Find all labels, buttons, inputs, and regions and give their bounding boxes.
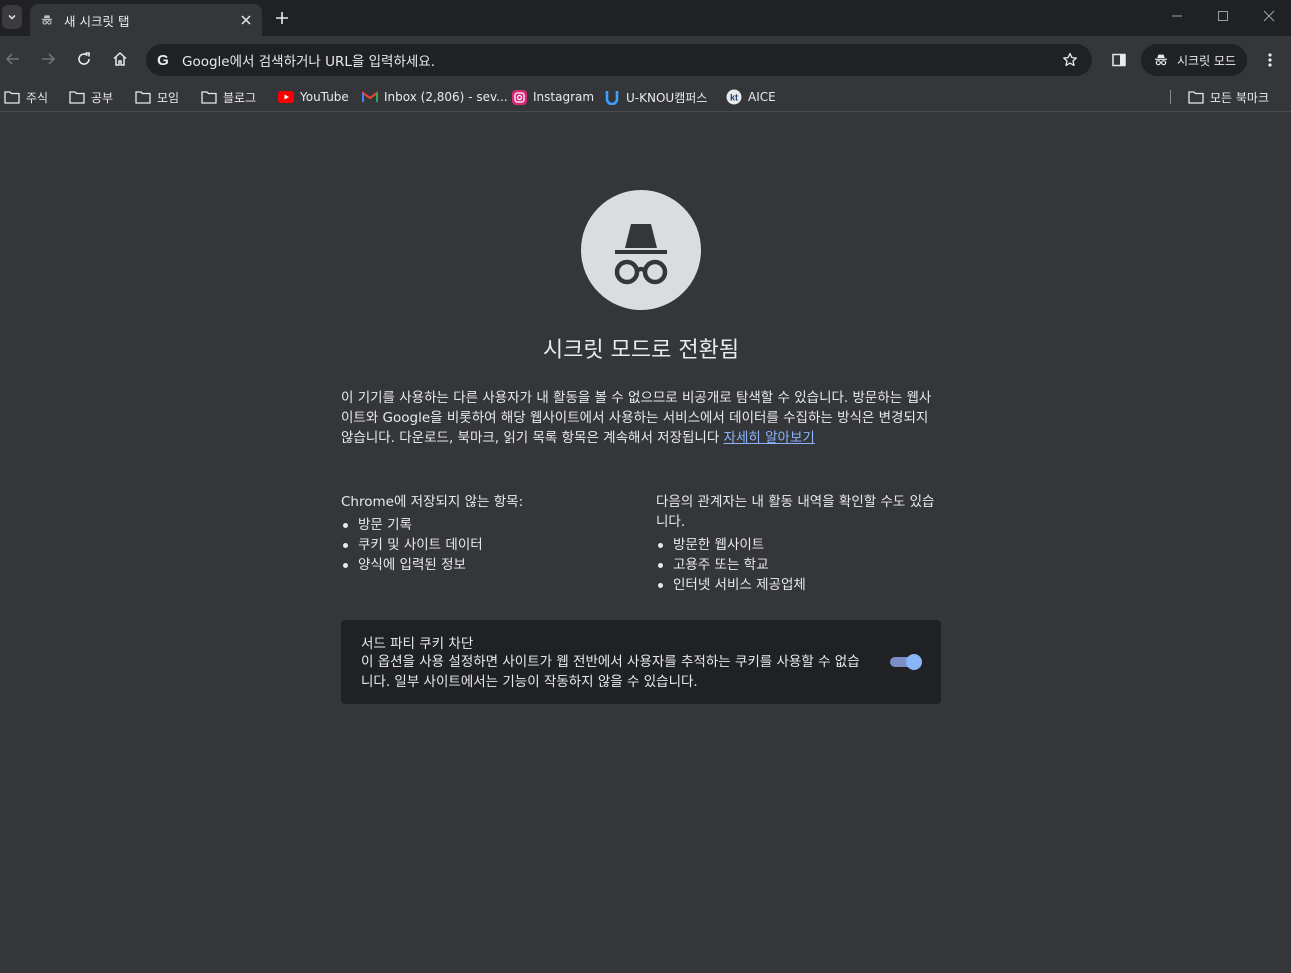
list-item: 고용주 또는 학교 <box>656 555 941 575</box>
list-item: 양식에 입력된 정보 <box>341 555 631 575</box>
instagram-icon <box>511 89 527 105</box>
not-saved-section: Chrome에 저장되지 않는 항목: 방문 기록 쿠키 및 사이트 데이터 양… <box>341 492 631 575</box>
folder-icon <box>69 89 85 105</box>
not-saved-heading: Chrome에 저장되지 않는 항목: <box>341 494 524 510</box>
bookmark-label: U-KNOU캠퍼스 <box>626 90 708 105</box>
svg-text:kt: kt <box>730 93 738 103</box>
arrow-left-icon <box>5 53 19 65</box>
cookie-card-description: 이 옵션을 사용 설정하면 사이트가 웹 전반에서 사용자를 추적하는 쿠키를 … <box>361 654 860 690</box>
bookmark-label: 모임 <box>157 90 180 105</box>
star-icon <box>1063 52 1077 67</box>
bookmark-label: 블로그 <box>223 90 257 105</box>
incognito-new-tab-page: 시크릿 모드로 전환됨 이 기기를 사용하는 다른 사용자가 내 활동을 볼 수… <box>0 118 1291 973</box>
incognito-profile-chip[interactable]: 시크릿 모드 <box>1141 44 1247 76</box>
maximize-button[interactable] <box>1211 6 1235 26</box>
arrow-right-icon <box>42 53 56 65</box>
third-party-cookie-card: 서드 파티 쿠키 차단 이 옵션을 사용 설정하면 사이트가 웹 전반에서 사용… <box>341 620 941 704</box>
learn-more-link[interactable]: 자세히 알아보기 <box>724 430 815 446</box>
incognito-icon <box>1155 54 1167 66</box>
bookmark-gmail-inbox[interactable]: Inbox (2,806) - sev... <box>362 86 508 108</box>
bookmark-uknou[interactable]: U-KNOU캠퍼스 <box>604 86 707 108</box>
folder-icon <box>201 89 217 105</box>
tab-incognito[interactable]: 새 시크릿 탭 <box>30 4 262 36</box>
bookmarks-bar: 주식 공부 모임 블로그 YouTube Inbox (2,806) - sev… <box>0 82 1291 112</box>
bookmark-label: AICE <box>748 90 776 104</box>
page-title: 시크릿 모드로 전환됨 <box>542 338 740 363</box>
not-saved-list: 방문 기록 쿠키 및 사이트 데이터 양식에 입력된 정보 <box>341 515 631 575</box>
incognito-chip-label: 시크릿 모드 <box>1177 53 1237 68</box>
new-tab-button[interactable] <box>272 8 292 28</box>
tab-search-button[interactable] <box>2 5 22 29</box>
bookmark-folder-study[interactable]: 공부 <box>69 86 113 108</box>
home-icon <box>113 51 127 66</box>
side-panel-button[interactable] <box>1108 49 1130 71</box>
bookmark-aice[interactable]: kt AICE <box>726 86 776 108</box>
bookmark-label: YouTube <box>300 90 349 104</box>
bookmark-label: Instagram <box>533 90 595 104</box>
block-third-party-cookies-toggle[interactable] <box>890 654 922 670</box>
google-icon: G <box>154 51 172 69</box>
more-vert-icon <box>1268 53 1272 67</box>
bookmark-label: 공부 <box>91 90 114 105</box>
all-bookmarks-label: 모든 북마크 <box>1210 90 1270 105</box>
toolbar: G Google에서 검색하거나 URL을 입력하세요. 시크릿 모드 <box>0 36 1291 82</box>
close-window-button[interactable] <box>1257 6 1281 26</box>
bookmark-folder-stocks[interactable]: 주식 <box>4 86 48 108</box>
maximize-icon <box>1218 11 1228 21</box>
all-bookmarks-button[interactable]: 모든 북마크 <box>1188 86 1269 108</box>
minimize-button[interactable] <box>1165 6 1189 26</box>
reload-icon <box>78 52 90 65</box>
back-button[interactable] <box>2 48 24 70</box>
cookie-card-title: 서드 파티 쿠키 차단 <box>361 636 474 652</box>
bookmarks-separator <box>1170 90 1171 104</box>
reload-button[interactable] <box>73 48 95 70</box>
tab-close-button[interactable] <box>238 12 254 28</box>
bookmark-instagram[interactable]: Instagram <box>511 86 594 108</box>
chrome-menu-button[interactable] <box>1260 49 1280 71</box>
youtube-icon <box>278 89 294 105</box>
bookmark-folder-blog[interactable]: 블로그 <box>201 86 256 108</box>
chevron-down-icon <box>8 14 16 20</box>
close-icon <box>1263 10 1275 22</box>
folder-icon <box>4 89 20 105</box>
incognito-intro-text: 이 기기를 사용하는 다른 사용자가 내 활동을 볼 수 없으므로 비공개로 탐… <box>341 388 941 448</box>
bookmark-star-button[interactable] <box>1060 50 1080 70</box>
toggle-knob <box>906 654 922 670</box>
list-item: 방문 기록 <box>341 515 631 535</box>
address-bar[interactable]: G Google에서 검색하거나 URL을 입력하세요. <box>146 44 1092 76</box>
may-be-visible-list: 방문한 웹사이트 고용주 또는 학교 인터넷 서비스 제공업체 <box>656 535 941 595</box>
folder-icon <box>135 89 151 105</box>
tab-strip: 새 시크릿 탭 <box>0 0 1291 36</box>
intro-text: 이 기기를 사용하는 다른 사용자가 내 활동을 볼 수 없으므로 비공개로 탐… <box>341 390 932 446</box>
svg-text:G: G <box>157 52 169 68</box>
plus-icon <box>276 12 288 24</box>
bookmark-youtube[interactable]: YouTube <box>278 86 349 108</box>
aice-icon: kt <box>726 89 742 105</box>
side-panel-icon <box>1112 53 1126 67</box>
list-item: 인터넷 서비스 제공업체 <box>656 575 941 595</box>
incognito-icon <box>41 15 53 25</box>
may-be-visible-heading: 다음의 관계자는 내 활동 내역을 확인할 수도 있습니다. <box>656 494 935 530</box>
home-button[interactable] <box>109 48 131 70</box>
minimize-icon <box>1172 15 1182 17</box>
bookmark-label: Inbox (2,806) - sev... <box>384 90 508 104</box>
address-bar-placeholder: Google에서 검색하거나 URL을 입력하세요. <box>182 54 436 70</box>
folder-icon <box>1188 89 1204 105</box>
bookmark-label: 주식 <box>26 90 49 105</box>
tab-title: 새 시크릿 탭 <box>64 13 130 29</box>
forward-button[interactable] <box>37 48 59 70</box>
may-be-visible-section: 다음의 관계자는 내 활동 내역을 확인할 수도 있습니다. 방문한 웹사이트 … <box>656 492 941 595</box>
bookmark-folder-meeting[interactable]: 모임 <box>135 86 179 108</box>
list-item: 쿠키 및 사이트 데이터 <box>341 535 631 555</box>
list-item: 방문한 웹사이트 <box>656 535 941 555</box>
uknou-icon <box>604 89 620 105</box>
gmail-icon <box>362 89 378 105</box>
incognito-logo-icon <box>581 190 701 310</box>
close-icon <box>241 15 251 25</box>
